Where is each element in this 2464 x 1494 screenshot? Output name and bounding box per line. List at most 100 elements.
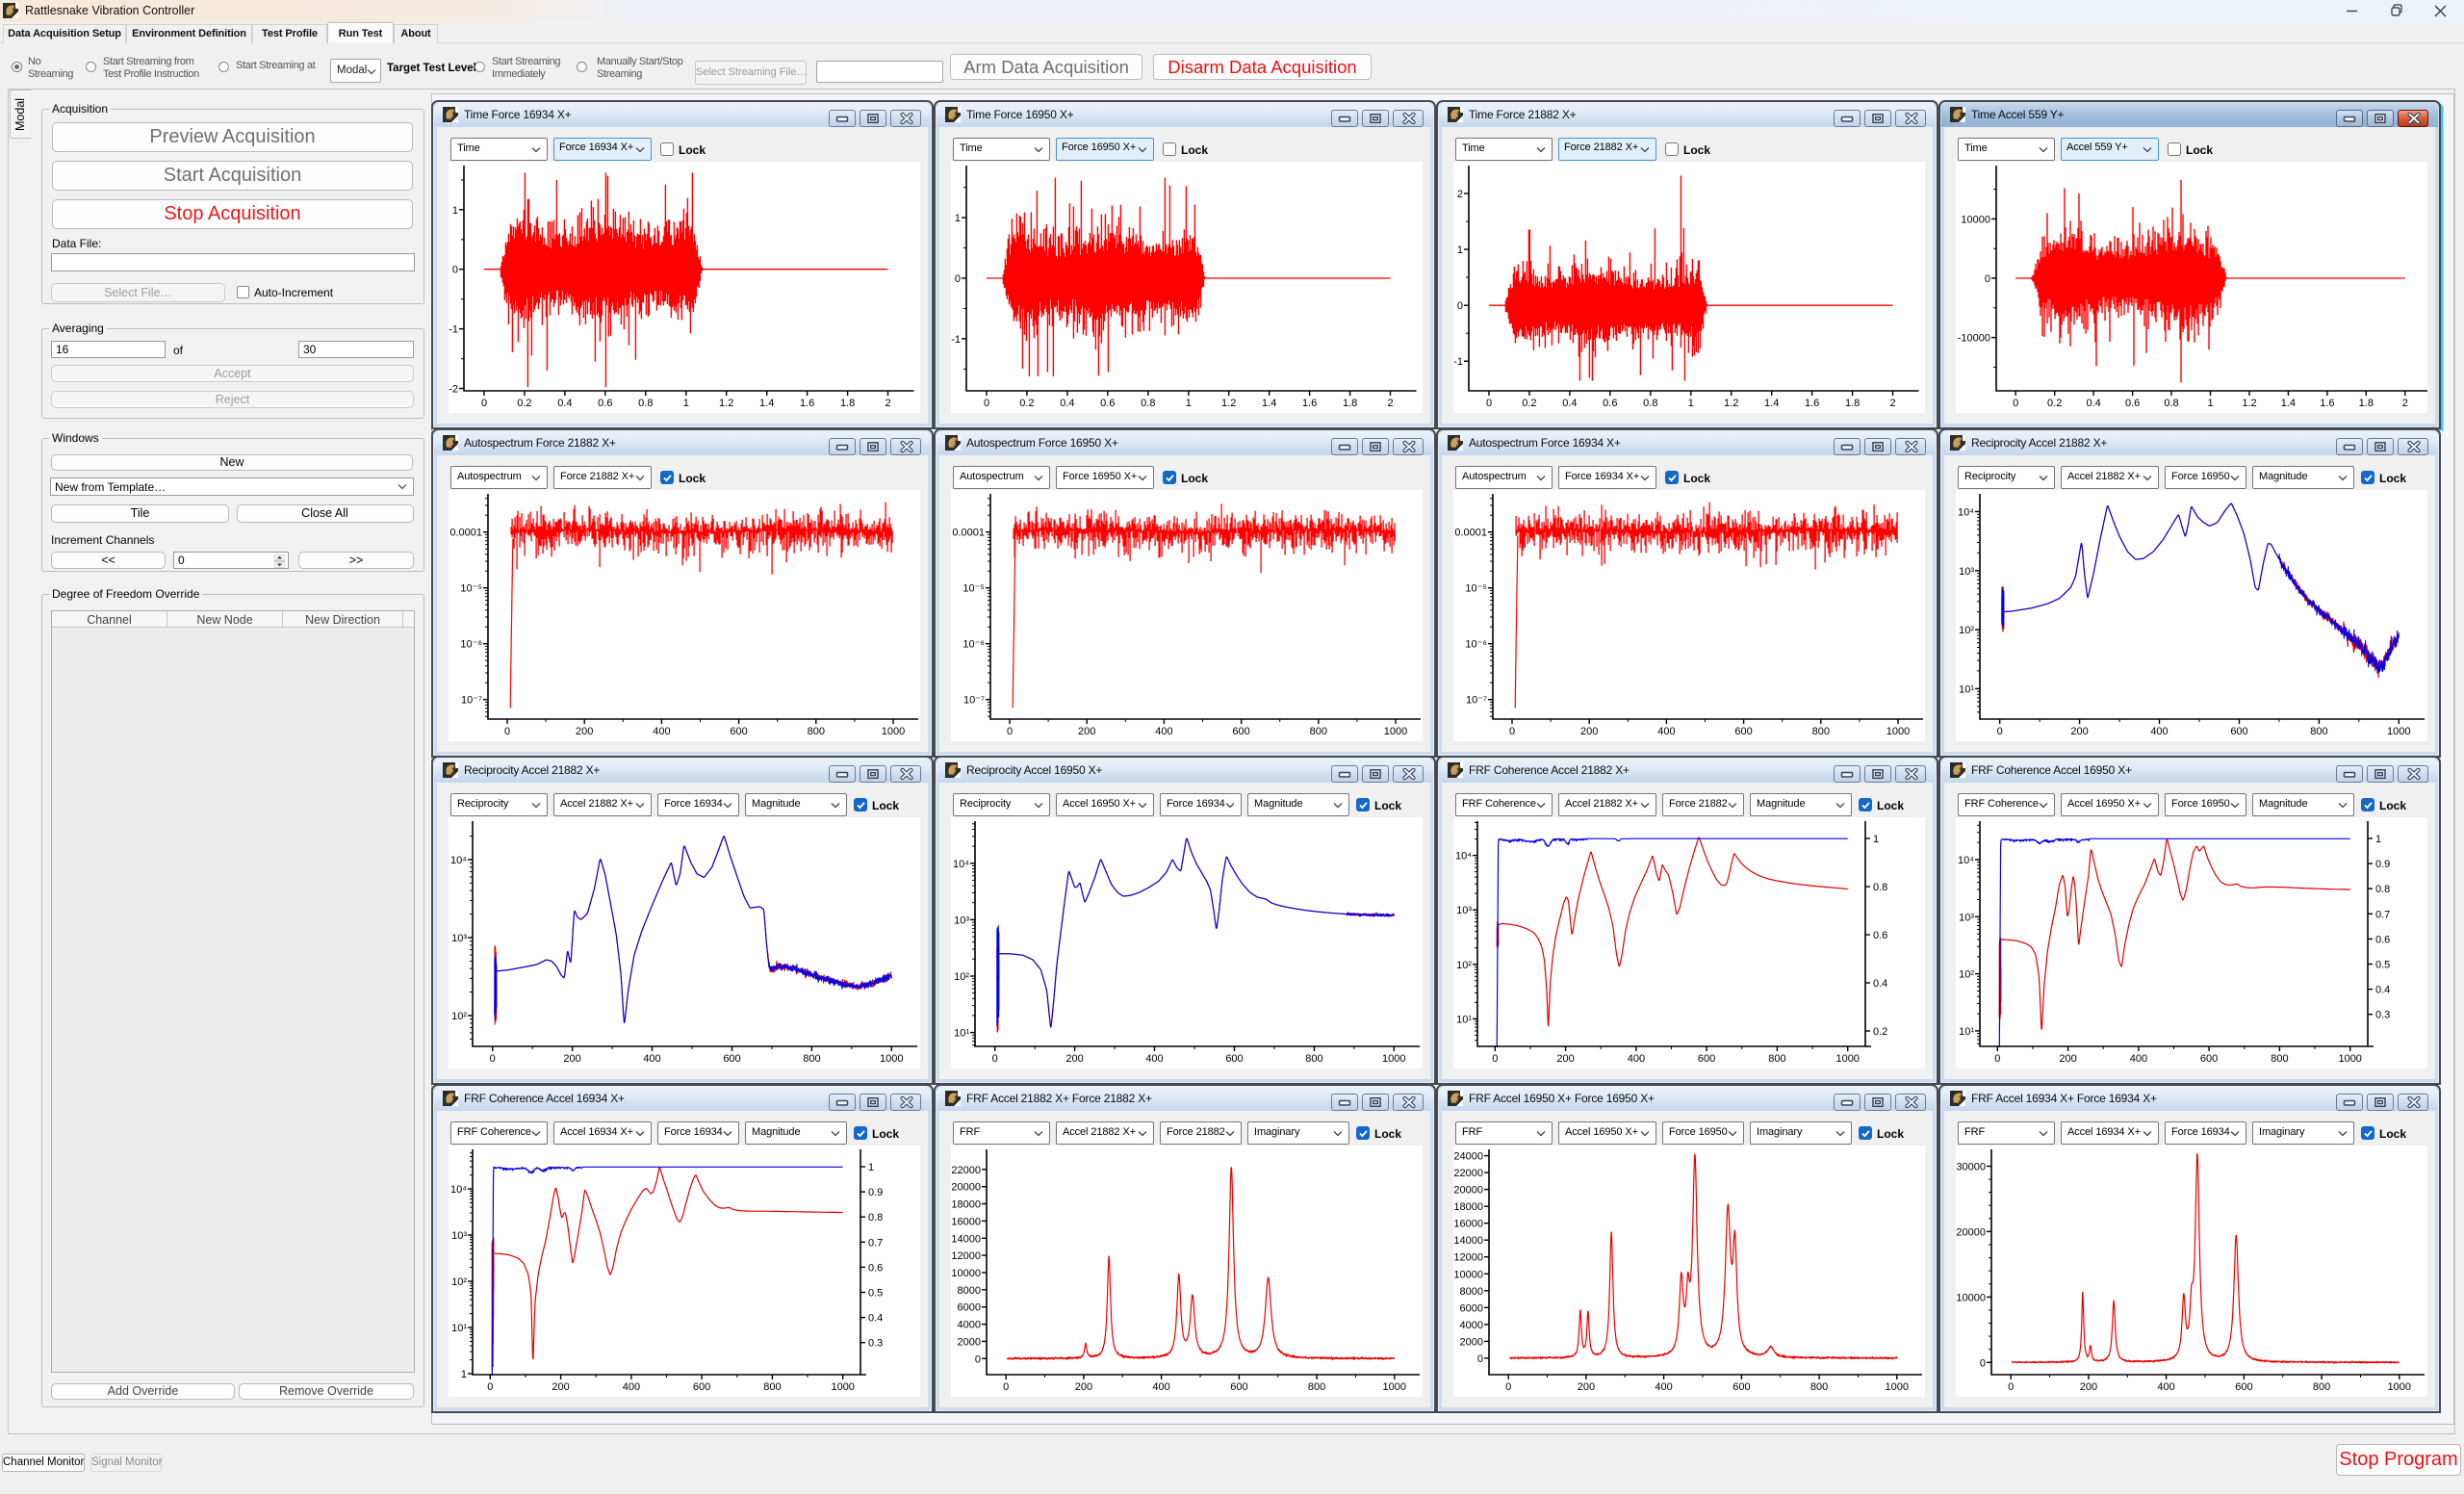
svg-text:0: 0 <box>975 1353 981 1365</box>
svg-text:10⁴: 10⁴ <box>1455 851 1472 863</box>
svg-text:0.9: 0.9 <box>868 1187 883 1198</box>
svg-text:1000: 1000 <box>880 1053 903 1065</box>
svg-text:0: 0 <box>1509 726 1515 737</box>
svg-text:800: 800 <box>803 1053 820 1065</box>
svg-text:24000: 24000 <box>1453 1150 1483 1162</box>
svg-text:600: 600 <box>723 1053 740 1065</box>
svg-text:1: 1 <box>868 1162 874 1173</box>
svg-text:1: 1 <box>461 1369 467 1380</box>
svg-text:800: 800 <box>808 726 825 737</box>
svg-text:10²: 10² <box>1959 625 1974 636</box>
svg-text:0: 0 <box>1994 1053 2000 1065</box>
svg-text:18000: 18000 <box>951 1198 981 1210</box>
svg-text:1.2: 1.2 <box>2242 398 2256 409</box>
svg-text:10²: 10² <box>1959 969 1974 981</box>
svg-text:0: 0 <box>1997 726 2003 737</box>
svg-text:1000: 1000 <box>1384 726 1407 737</box>
svg-text:4000: 4000 <box>1460 1319 1483 1330</box>
svg-text:0.4: 0.4 <box>2375 985 2390 996</box>
svg-text:0.6: 0.6 <box>1100 398 1115 409</box>
svg-text:200: 200 <box>1075 1381 1092 1393</box>
svg-text:10⁻⁵: 10⁻⁵ <box>1465 582 1487 594</box>
svg-text:400: 400 <box>623 1381 640 1393</box>
svg-text:1000: 1000 <box>2388 1381 2411 1393</box>
svg-text:10⁴: 10⁴ <box>450 855 467 866</box>
svg-text:1000: 1000 <box>1382 1053 1405 1065</box>
svg-text:10⁻⁵: 10⁻⁵ <box>460 582 482 594</box>
svg-text:0.6: 0.6 <box>868 1262 883 1274</box>
svg-text:400: 400 <box>2150 726 2168 737</box>
svg-text:16000: 16000 <box>1453 1218 1483 1229</box>
svg-text:0: 0 <box>1985 273 1990 285</box>
svg-text:0.7: 0.7 <box>2375 909 2390 920</box>
svg-text:600: 600 <box>1734 726 1752 737</box>
svg-text:20000: 20000 <box>951 1181 981 1193</box>
svg-text:10000: 10000 <box>951 1268 981 1279</box>
svg-text:16000: 16000 <box>951 1216 981 1227</box>
svg-text:200: 200 <box>1580 726 1598 737</box>
svg-text:2000: 2000 <box>1460 1336 1483 1348</box>
svg-text:1000: 1000 <box>1886 1381 1909 1393</box>
svg-text:0.0001: 0.0001 <box>952 527 985 538</box>
svg-text:10⁻⁷: 10⁻⁷ <box>461 694 482 706</box>
svg-text:200: 200 <box>576 726 593 737</box>
svg-text:0.0001: 0.0001 <box>449 527 482 538</box>
svg-text:400: 400 <box>1145 1053 1163 1065</box>
svg-text:10²: 10² <box>451 1276 467 1288</box>
svg-text:0.7: 0.7 <box>868 1237 883 1249</box>
svg-text:2: 2 <box>1457 189 1463 200</box>
svg-text:1.2: 1.2 <box>1221 398 1236 409</box>
svg-text:600: 600 <box>1232 726 1249 737</box>
svg-text:0.8: 0.8 <box>2375 884 2390 895</box>
svg-text:10³: 10³ <box>1456 905 1472 916</box>
svg-text:0: 0 <box>1457 300 1463 312</box>
svg-text:800: 800 <box>1305 1053 1322 1065</box>
svg-text:800: 800 <box>2271 1053 2288 1065</box>
svg-text:12000: 12000 <box>951 1250 981 1262</box>
svg-text:0.8: 0.8 <box>1873 882 1887 893</box>
svg-text:1000: 1000 <box>2387 726 2410 737</box>
svg-text:200: 200 <box>1078 726 1095 737</box>
svg-text:1.4: 1.4 <box>759 398 774 409</box>
svg-text:10⁴: 10⁴ <box>1958 506 1974 518</box>
svg-text:400: 400 <box>1657 726 1675 737</box>
svg-text:0: 0 <box>487 1381 493 1393</box>
svg-text:400: 400 <box>643 1053 660 1065</box>
svg-text:0.6: 0.6 <box>2125 398 2140 409</box>
svg-text:200: 200 <box>1556 1053 1574 1065</box>
svg-text:10⁴: 10⁴ <box>450 1184 467 1196</box>
svg-text:1.8: 1.8 <box>2359 398 2374 409</box>
svg-text:0.4: 0.4 <box>2086 398 2100 409</box>
svg-text:10⁻⁷: 10⁻⁷ <box>963 694 985 706</box>
svg-text:0.2: 0.2 <box>1873 1026 1887 1038</box>
svg-text:600: 600 <box>1698 1053 1715 1065</box>
svg-text:0.4: 0.4 <box>868 1312 883 1324</box>
svg-text:10⁻⁶: 10⁻⁶ <box>460 638 482 650</box>
svg-text:6000: 6000 <box>1460 1302 1483 1314</box>
svg-text:30000: 30000 <box>1956 1161 1986 1172</box>
svg-text:0.6: 0.6 <box>1873 930 1887 941</box>
svg-text:0: 0 <box>490 1053 496 1065</box>
svg-text:200: 200 <box>1065 1053 1083 1065</box>
svg-text:600: 600 <box>693 1381 710 1393</box>
svg-text:0.2: 0.2 <box>517 398 531 409</box>
svg-text:1: 1 <box>1457 245 1463 256</box>
svg-text:0: 0 <box>1486 398 1492 409</box>
svg-text:1000: 1000 <box>831 1381 854 1393</box>
svg-text:1: 1 <box>955 213 961 224</box>
svg-text:-1: -1 <box>449 324 458 336</box>
svg-text:400: 400 <box>653 726 670 737</box>
svg-text:0.6: 0.6 <box>1603 398 1617 409</box>
svg-text:1: 1 <box>2375 834 2381 845</box>
svg-text:0.2: 0.2 <box>1522 398 1536 409</box>
svg-text:20000: 20000 <box>1453 1184 1483 1196</box>
svg-text:400: 400 <box>2157 1381 2174 1393</box>
svg-text:4000: 4000 <box>958 1319 981 1330</box>
svg-text:10³: 10³ <box>451 1230 467 1242</box>
svg-text:0.5: 0.5 <box>868 1287 883 1299</box>
svg-text:14000: 14000 <box>951 1233 981 1245</box>
svg-text:0.8: 0.8 <box>868 1212 883 1224</box>
svg-text:1.2: 1.2 <box>719 398 733 409</box>
svg-text:-1: -1 <box>1453 356 1463 368</box>
svg-text:10⁻⁵: 10⁻⁵ <box>962 582 985 594</box>
